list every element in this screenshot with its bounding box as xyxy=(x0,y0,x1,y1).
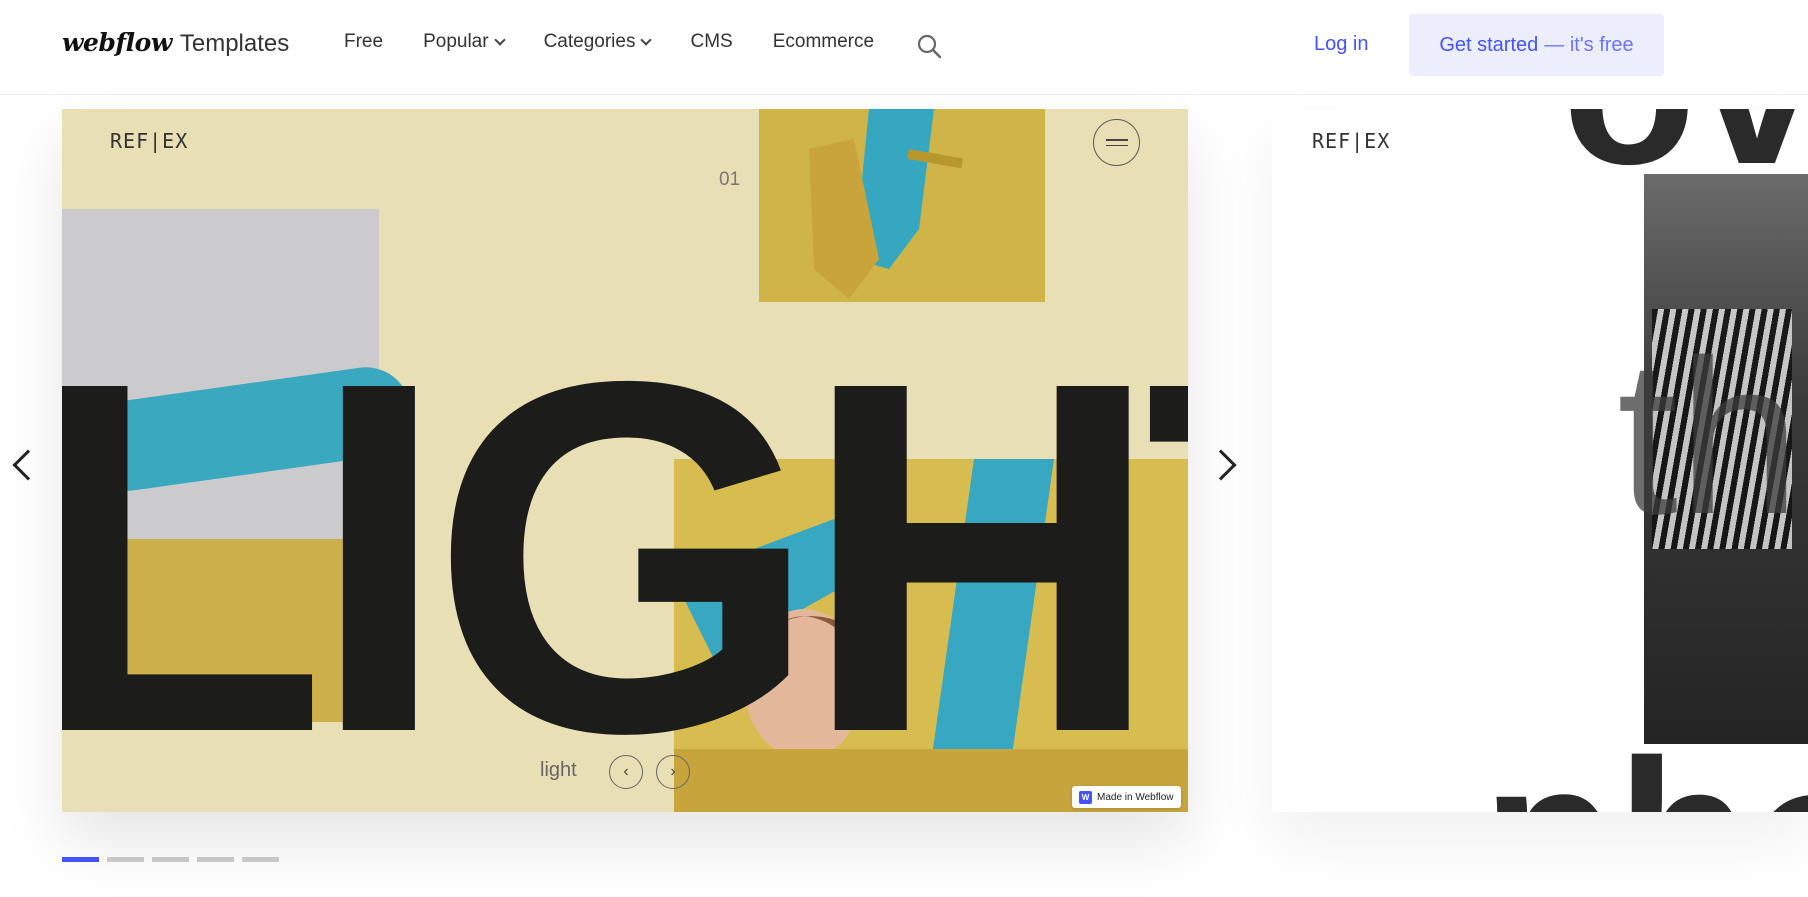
carousel-dot[interactable] xyxy=(197,857,234,862)
slide-prev-control[interactable]: ‹ xyxy=(609,755,643,789)
search-icon[interactable] xyxy=(916,33,942,59)
template-slide-next[interactable]: REF|EX ov th pho xyxy=(1272,109,1808,812)
made-in-webflow-badge[interactable]: W Made in Webflow xyxy=(1072,786,1181,808)
nav-categories-label: Categories xyxy=(543,31,636,52)
nav-popular-label: Popular xyxy=(423,31,489,52)
nav-categories[interactable]: Categories xyxy=(543,31,653,53)
carousel-dot[interactable] xyxy=(152,857,189,862)
nav-free-label: Free xyxy=(344,31,384,52)
big-type-top: ov xyxy=(1562,109,1808,197)
nav-cms-label: CMS xyxy=(690,31,733,52)
brand[interactable]: webflow Templates xyxy=(62,28,289,58)
slide-number: 01 xyxy=(719,169,741,190)
webflow-logo[interactable]: webflow xyxy=(62,28,172,57)
nav-ecommerce[interactable]: Ecommerce xyxy=(773,31,874,53)
cta-label: Get started xyxy=(1439,33,1539,56)
nav-links: Free Popular Categories CMS Ecommerce xyxy=(344,31,914,53)
badge-label: Made in Webflow xyxy=(1097,791,1174,803)
carousel-dot[interactable] xyxy=(242,857,279,862)
login-link[interactable]: Log in xyxy=(1314,33,1369,56)
slide-next-control[interactable]: › xyxy=(656,755,690,789)
webflow-badge-icon: W xyxy=(1079,790,1092,804)
chevron-down-icon xyxy=(640,34,653,46)
get-started-button[interactable]: Get started — it's free xyxy=(1409,14,1664,76)
reflex-logo: REF|EX xyxy=(1312,129,1391,153)
carousel-prev-arrow-icon[interactable] xyxy=(12,449,44,481)
shoe-photo xyxy=(759,109,1045,302)
carousel-next-arrow-icon[interactable] xyxy=(1205,449,1237,481)
brand-sub-label[interactable]: Templates xyxy=(180,30,289,58)
template-slide-active[interactable]: LIGHT REF|EX 01 light ‹ › W Made in Webf… xyxy=(62,109,1188,812)
nav-free[interactable]: Free xyxy=(344,31,383,53)
carousel-dot[interactable] xyxy=(62,857,99,862)
chevron-down-icon xyxy=(493,34,506,46)
nav-cms[interactable]: CMS xyxy=(690,31,732,53)
carousel-dots xyxy=(62,857,279,862)
top-nav: webflow Templates Free Popular Categorie… xyxy=(0,0,1808,95)
cta-sub-label: — it's free xyxy=(1544,33,1634,56)
shoe-illustration xyxy=(809,109,964,299)
big-type-middle: th xyxy=(1617,314,1801,560)
reflex-logo: REF|EX xyxy=(110,129,189,153)
nav-ecommerce-label: Ecommerce xyxy=(772,31,875,52)
headline-light: LIGHT xyxy=(62,277,1188,812)
carousel-dot[interactable] xyxy=(107,857,144,862)
big-type-bottom: pho xyxy=(1482,727,1808,812)
hamburger-menu-icon[interactable] xyxy=(1093,119,1140,166)
slide-caption: light xyxy=(540,759,577,781)
nav-popular[interactable]: Popular xyxy=(423,31,506,53)
